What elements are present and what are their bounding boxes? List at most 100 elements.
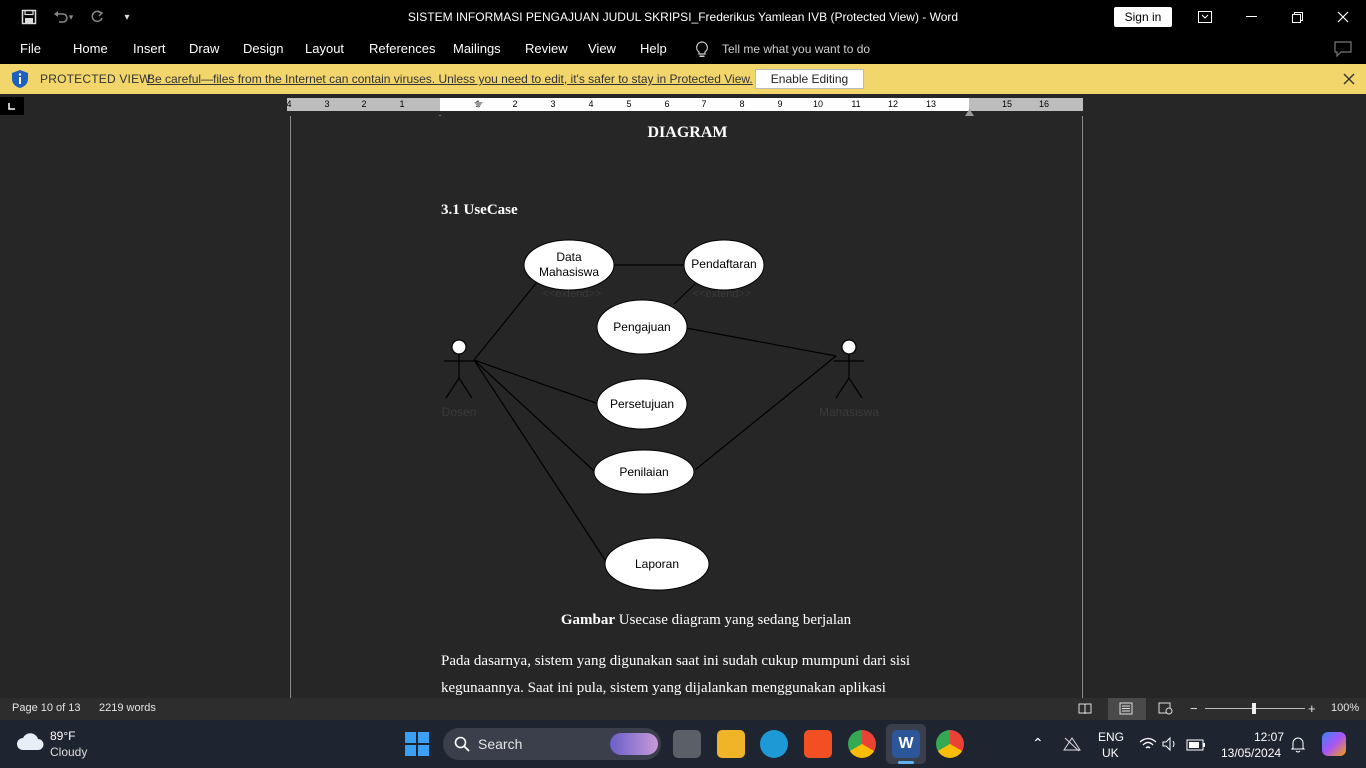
copilot-icon[interactable] <box>1322 732 1346 756</box>
tell-me-search[interactable]: Tell me what you want to do <box>722 34 870 64</box>
tab-selector-icon[interactable] <box>0 97 24 115</box>
clock-time[interactable]: 12:07 <box>1254 730 1284 744</box>
tab-layout[interactable]: Layout <box>305 34 344 64</box>
wifi-icon[interactable] <box>1139 737 1157 756</box>
actor-head <box>841 339 857 355</box>
ruler-label: 1 <box>399 99 405 109</box>
edge-browser-icon[interactable] <box>760 730 788 758</box>
show-hidden-icons-icon[interactable]: ⌃ <box>1032 735 1044 752</box>
chrome-icon[interactable] <box>848 730 876 758</box>
tab-references[interactable]: References <box>369 34 435 64</box>
actor-leg <box>848 377 863 399</box>
ruler-label: 5 <box>626 99 632 109</box>
network-off-icon[interactable] <box>1063 736 1081 757</box>
language-indicator[interactable]: ENG <box>1098 730 1124 744</box>
undo-dropdown-icon[interactable]: ▾ <box>64 0 78 34</box>
document-page[interactable]: DIAGRAM 3.1 UseCase Data Mahasiswa Penda… <box>290 116 1083 698</box>
title-bar: ▾ ▾ SISTEM INFORMASI PENGAJUAN JUDUL SKR… <box>0 0 1366 34</box>
zoom-in-icon[interactable]: + <box>1308 701 1316 716</box>
tab-draw[interactable]: Draw <box>189 34 219 64</box>
search-icon <box>454 736 470 757</box>
protected-view-message[interactable]: Be careful—files from the Internet can c… <box>147 64 753 94</box>
read-mode-icon[interactable] <box>1078 702 1092 718</box>
web-layout-icon[interactable] <box>1158 702 1173 718</box>
zoom-level[interactable]: 100% <box>1331 702 1359 714</box>
association-line <box>473 281 538 361</box>
association-line <box>694 355 837 471</box>
actor-label-dosen: Dosen <box>442 405 477 419</box>
customize-qat-icon[interactable]: ▾ <box>112 0 142 34</box>
protected-view-title: PROTECTED VIEW <box>40 72 151 86</box>
usecase-label: Mahasiswa <box>539 265 599 279</box>
notifications-bell-icon[interactable] <box>1290 736 1306 758</box>
ruler-label: 3 <box>550 99 556 109</box>
windows-start-icon[interactable] <box>405 732 429 761</box>
tab-mailings[interactable]: Mailings <box>453 34 501 64</box>
restore-button[interactable] <box>1274 0 1320 34</box>
weather-temperature[interactable]: 89°F <box>50 729 75 743</box>
tab-design[interactable]: Design <box>243 34 283 64</box>
weather-description[interactable]: Cloudy <box>50 745 87 759</box>
usecase-label: Pendaftaran <box>691 257 756 271</box>
ruler-label: 8 <box>739 99 745 109</box>
usecase-label: Data <box>556 250 582 264</box>
volume-icon[interactable] <box>1162 736 1178 756</box>
ruler-label: 2 <box>512 99 518 109</box>
ruler-label: 15 <box>1001 99 1013 109</box>
file-explorer-icon[interactable] <box>717 730 745 758</box>
print-layout-icon <box>1119 702 1133 718</box>
actor-leg <box>458 377 473 399</box>
language-region[interactable]: UK <box>1102 746 1119 760</box>
first-line-indent-marker[interactable] <box>474 96 483 114</box>
association-line <box>473 359 595 472</box>
actor-leg <box>835 377 850 399</box>
ruler-label: 7 <box>701 99 707 109</box>
ribbon-display-icon[interactable] <box>1182 0 1228 34</box>
ruler-label: 11 <box>851 99 861 109</box>
redo-icon[interactable] <box>82 0 112 34</box>
save-icon[interactable] <box>14 0 44 34</box>
zoom-slider-thumb[interactable] <box>1252 703 1256 714</box>
actor-head <box>451 339 467 355</box>
close-button[interactable] <box>1320 0 1366 34</box>
zoom-out-icon[interactable]: − <box>1190 701 1198 716</box>
actor-label-mahasiswa: Mahasiswa <box>819 405 879 419</box>
ruler-label: 16 <box>1038 99 1050 109</box>
chrome-icon[interactable] <box>936 730 964 758</box>
tab-review[interactable]: Review <box>525 34 568 64</box>
tab-help[interactable]: Help <box>640 34 667 64</box>
ruler-label: 10 <box>812 99 824 109</box>
tab-file[interactable]: File <box>20 34 41 64</box>
minimize-button[interactable] <box>1228 0 1274 34</box>
comments-icon[interactable] <box>1334 41 1352 62</box>
tab-insert[interactable]: Insert <box>133 34 166 64</box>
sign-in-button[interactable]: Sign in <box>1114 7 1172 27</box>
usecase-label: Pengajuan <box>613 320 670 334</box>
ruler-label: 13 <box>925 99 937 109</box>
ribbon-tabs: File Home Insert Draw Design Layout Refe… <box>0 34 1366 64</box>
extend-label: <<extend>> <box>693 288 752 300</box>
cloudy-weather-icon[interactable] <box>16 730 44 757</box>
usecase-label: Penilaian <box>619 465 668 479</box>
close-banner-icon[interactable] <box>1343 72 1355 90</box>
enable-editing-button[interactable]: Enable Editing <box>755 69 864 89</box>
lightbulb-icon[interactable] <box>695 41 709 63</box>
window-title: SISTEM INFORMASI PENGAJUAN JUDUL SKRIPSI… <box>407 10 959 24</box>
tab-home[interactable]: Home <box>73 34 108 64</box>
word-app-icon: W <box>892 730 920 758</box>
protected-view-bar: PROTECTED VIEW Be careful—files from the… <box>0 64 1366 94</box>
body-paragraph: Pada dasarnya, sistem yang digunakan saa… <box>441 648 981 698</box>
association-line <box>685 327 837 357</box>
page-count[interactable]: Page 10 of 13 <box>12 702 81 714</box>
ruler-label: 6 <box>664 99 670 109</box>
active-app-indicator <box>898 761 914 764</box>
microsoft-store-icon[interactable] <box>804 730 832 758</box>
battery-icon[interactable] <box>1186 738 1206 756</box>
clock-date[interactable]: 13/05/2024 <box>1221 746 1281 760</box>
horizontal-ruler[interactable]: 4 3 2 1 1 2 3 4 5 6 7 8 9 10 11 12 13 15… <box>286 98 1083 111</box>
ruler-label: 2 <box>361 99 367 109</box>
word-count[interactable]: 2219 words <box>99 702 156 714</box>
usecase-label: Persetujuan <box>610 397 674 411</box>
tab-view[interactable]: View <box>588 34 616 64</box>
task-view-icon[interactable] <box>673 730 701 758</box>
